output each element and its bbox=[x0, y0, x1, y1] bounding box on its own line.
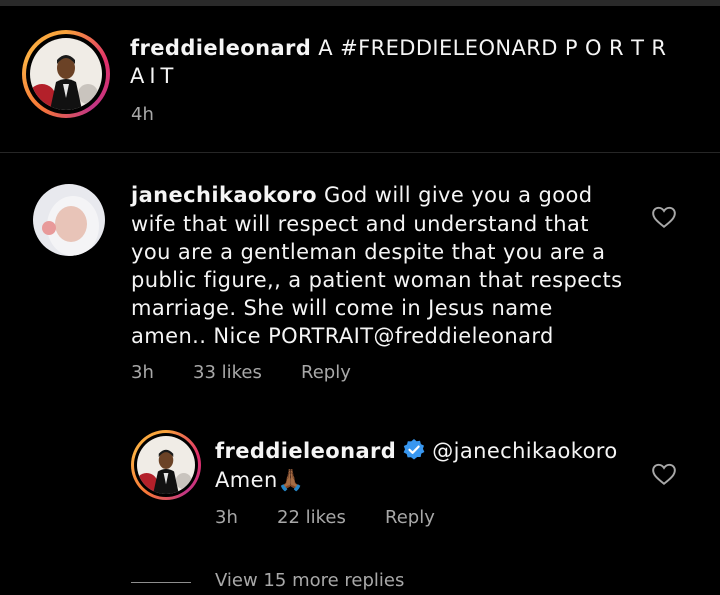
caption-text-line2: AIT bbox=[130, 64, 179, 88]
avatar-photo bbox=[137, 436, 195, 494]
comment-likes-count[interactable]: 33 likes bbox=[193, 362, 262, 383]
comment-text-line: public figure,, a patient woman that res… bbox=[131, 268, 623, 292]
comment-text-line: amen.. Nice PORTRAIT@freddieleonard bbox=[131, 324, 554, 348]
divider bbox=[0, 152, 720, 153]
post-author-avatar[interactable] bbox=[22, 30, 110, 118]
comment-text-line: wife that will respect and understand th… bbox=[131, 212, 589, 236]
reply-text: Amen🙏🏾 bbox=[215, 468, 305, 492]
caption-text: A #FREDDIELEONARD P O R T R bbox=[318, 36, 667, 60]
view-more-replies-link[interactable]: View 15 more replies bbox=[215, 570, 404, 591]
comment-text-line: you are a gentleman despite that you are… bbox=[131, 240, 606, 264]
reply-reply-button[interactable]: Reply bbox=[385, 507, 435, 528]
reply-first-line: freddieleonard @janechikaokoro bbox=[215, 437, 635, 465]
reply-mention[interactable]: @janechikaokoro bbox=[432, 439, 617, 463]
reply-timestamp: 3h bbox=[215, 507, 238, 528]
comment-reply-button[interactable]: Reply bbox=[301, 362, 351, 383]
view-replies-line bbox=[131, 582, 191, 583]
avatar-photo bbox=[30, 38, 102, 110]
post-caption: freddieleonard A #FREDDIELEONARD P O R T… bbox=[130, 34, 710, 62]
reply-username[interactable]: freddieleonard bbox=[215, 439, 396, 463]
comment-first-line: janechikaokoro God will give you a good bbox=[131, 181, 631, 209]
verified-badge-icon bbox=[403, 439, 425, 460]
heart-outline-icon[interactable] bbox=[651, 462, 677, 486]
post-username[interactable]: freddieleonard bbox=[130, 36, 311, 60]
heart-outline-icon[interactable] bbox=[651, 205, 677, 229]
top-status-strip bbox=[0, 0, 720, 6]
reply-author-avatar[interactable] bbox=[131, 430, 201, 500]
comment-text: God will give you a good bbox=[324, 183, 593, 207]
reply-likes-count[interactable]: 22 likes bbox=[277, 507, 346, 528]
post-timestamp: 4h bbox=[131, 104, 154, 125]
comment-text-line: marriage. She will come in Jesus name bbox=[131, 296, 553, 320]
comment-timestamp: 3h bbox=[131, 362, 154, 383]
commenter-username[interactable]: janechikaokoro bbox=[131, 183, 317, 207]
commenter-avatar[interactable] bbox=[33, 184, 105, 256]
